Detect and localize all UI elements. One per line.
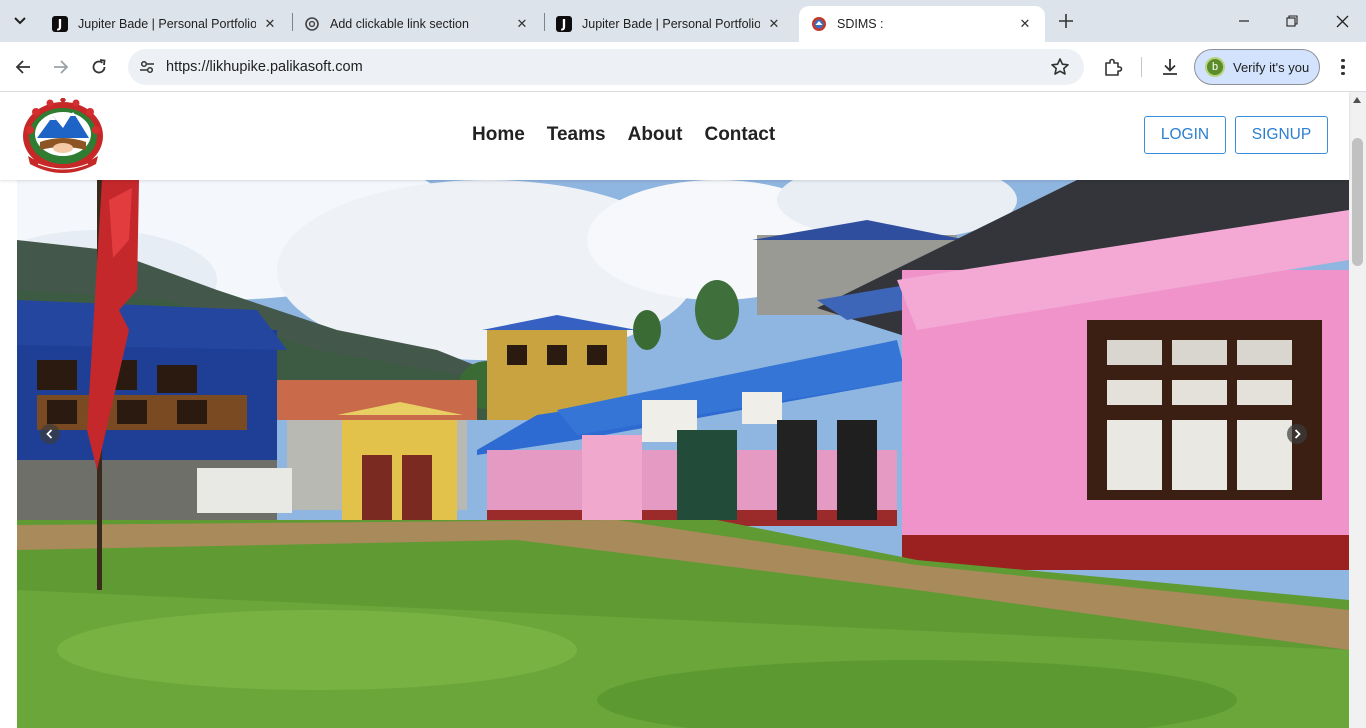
extensions-button[interactable] bbox=[1101, 55, 1125, 79]
nav-teams[interactable]: Teams bbox=[547, 124, 606, 146]
openai-icon bbox=[304, 16, 320, 32]
bookmark-star-icon[interactable] bbox=[1050, 57, 1070, 77]
browser-menu-button[interactable] bbox=[1332, 55, 1354, 79]
j-icon: J bbox=[556, 16, 572, 32]
tab-title: Add clickable link section bbox=[330, 17, 469, 31]
url-text[interactable]: https://likhupike.palikasoft.com bbox=[166, 59, 363, 75]
nav-contact[interactable]: Contact bbox=[704, 124, 775, 146]
forward-button[interactable] bbox=[47, 53, 75, 81]
minimize-icon bbox=[1239, 20, 1249, 22]
tab-title: Jupiter Bade | Personal Portfolio bbox=[582, 17, 760, 31]
chevron-down-icon bbox=[14, 17, 26, 25]
page-scrollbar[interactable] bbox=[1349, 92, 1366, 728]
tab-clickable-link[interactable]: Add clickable link section ✕ bbox=[292, 6, 542, 42]
j-icon: J bbox=[52, 16, 68, 32]
new-tab-button[interactable] bbox=[1054, 9, 1078, 33]
tab-title: Jupiter Bade | Personal Portfolio bbox=[78, 17, 256, 31]
nepal-emblem-icon bbox=[811, 16, 827, 32]
carousel-prev-button[interactable] bbox=[40, 424, 60, 444]
close-window-button[interactable] bbox=[1318, 0, 1366, 42]
tab-portfolio-2[interactable]: J Jupiter Bade | Personal Portfolio ✕ bbox=[544, 6, 794, 42]
close-icon bbox=[1336, 15, 1348, 27]
tab-search-button[interactable] bbox=[6, 7, 34, 35]
more-vert-icon bbox=[1341, 58, 1345, 63]
nepal-emblem-logo[interactable] bbox=[20, 96, 106, 174]
scroll-up-arrow-icon[interactable] bbox=[1353, 97, 1361, 103]
verify-label: Verify it's you bbox=[1233, 59, 1310, 75]
avatar: b bbox=[1205, 57, 1225, 77]
site-info-icon[interactable] bbox=[136, 56, 158, 78]
close-icon[interactable]: ✕ bbox=[766, 16, 782, 32]
page-viewport: Home Teams About Contact LOGIN SIGNUP bbox=[0, 92, 1366, 728]
address-bar[interactable]: https://likhupike.palikasoft.com bbox=[128, 49, 1084, 85]
downloads-button[interactable] bbox=[1158, 55, 1182, 79]
reload-button[interactable] bbox=[85, 53, 113, 81]
login-button[interactable]: LOGIN bbox=[1144, 116, 1226, 154]
chevron-right-icon bbox=[1294, 429, 1301, 439]
plus-icon bbox=[1059, 14, 1073, 28]
back-button[interactable] bbox=[9, 53, 37, 81]
carousel-next-button[interactable] bbox=[1287, 424, 1307, 444]
arrow-right-icon bbox=[54, 60, 69, 74]
tab-portfolio-1[interactable]: J Jupiter Bade | Personal Portfolio ✕ bbox=[40, 6, 290, 42]
tab-sdims[interactable]: SDIMS : ✕ bbox=[799, 6, 1045, 42]
restore-icon bbox=[1286, 15, 1298, 27]
toolbar-separator bbox=[1141, 57, 1142, 77]
reload-icon bbox=[92, 59, 106, 74]
chevron-left-icon bbox=[46, 429, 53, 439]
download-icon bbox=[1163, 59, 1177, 75]
tab-strip: J Jupiter Bade | Personal Portfolio ✕ Ad… bbox=[0, 0, 1366, 42]
scroll-thumb[interactable] bbox=[1352, 138, 1363, 266]
main-nav: Home Teams About Contact bbox=[472, 124, 775, 146]
tab-title: SDIMS : bbox=[837, 17, 884, 31]
nav-about[interactable]: About bbox=[628, 124, 683, 146]
restore-button[interactable] bbox=[1268, 0, 1316, 42]
close-icon[interactable]: ✕ bbox=[262, 16, 278, 32]
nav-home[interactable]: Home bbox=[472, 124, 525, 146]
close-icon[interactable]: ✕ bbox=[1017, 16, 1033, 32]
signup-button[interactable]: SIGNUP bbox=[1235, 116, 1328, 154]
site-header: Home Teams About Contact LOGIN SIGNUP bbox=[0, 92, 1349, 180]
close-icon[interactable]: ✕ bbox=[514, 16, 530, 32]
hero-carousel bbox=[17, 180, 1349, 728]
profile-verify-button[interactable]: b Verify it's you bbox=[1194, 49, 1320, 85]
hero-image bbox=[17, 180, 1349, 728]
minimize-button[interactable] bbox=[1220, 0, 1268, 42]
puzzle-icon bbox=[1105, 58, 1123, 76]
browser-toolbar: https://likhupike.palikasoft.com b Verif… bbox=[0, 42, 1366, 92]
arrow-left-icon bbox=[15, 60, 30, 74]
